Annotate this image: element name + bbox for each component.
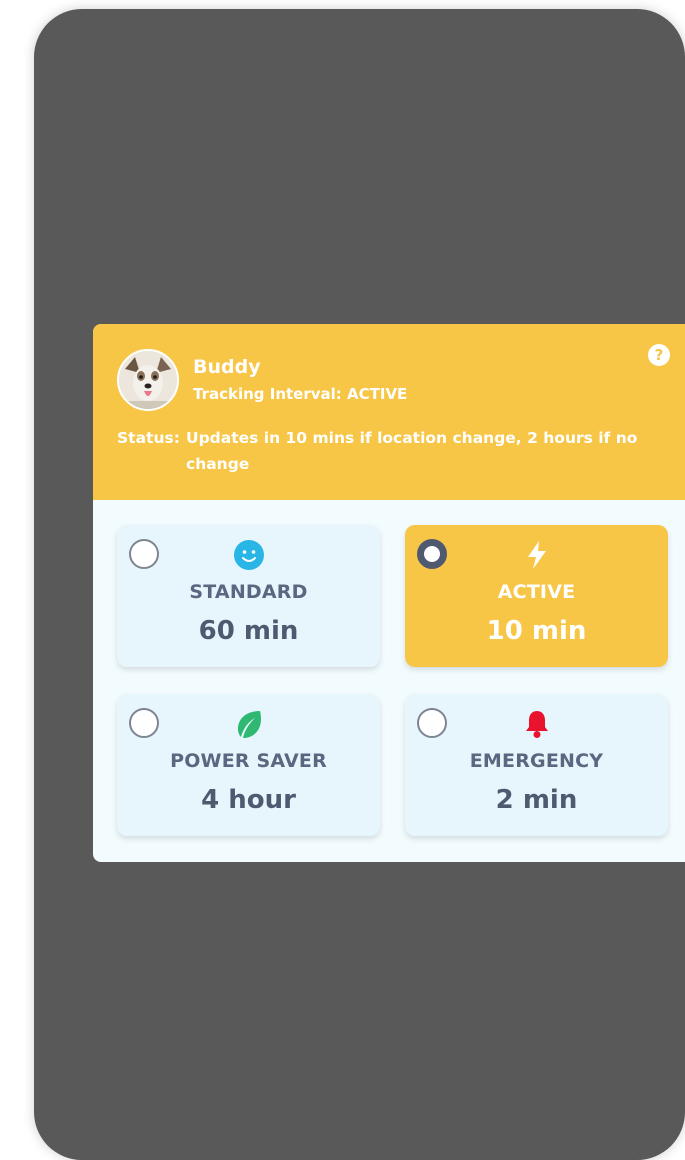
mode-card-emergency[interactable]: EMERGENCY 2 min [405,694,668,836]
radio-active[interactable] [417,539,447,569]
bell-icon [526,711,548,738]
mode-label: EMERGENCY [469,750,604,772]
pet-name: Buddy [193,356,261,378]
mode-interval: 10 min [486,616,587,646]
mode-card-power-saver[interactable]: POWER SAVER 4 hour [117,694,380,836]
dog-photo-icon [119,351,177,409]
mode-card-active[interactable]: ACTIVE 10 min [405,525,668,667]
mode-interval: 60 min [198,616,299,646]
smiley-icon [234,540,264,570]
mode-card-standard[interactable]: STANDARD 60 min [117,525,380,667]
radio-power-saver[interactable] [129,708,159,738]
pet-avatar [117,349,179,411]
radio-standard[interactable] [129,539,159,569]
status-text: Updates in 10 mins if location change, 2… [186,429,638,473]
mode-label: ACTIVE [497,581,576,603]
status-description: Status: Updates in 10 mins if location c… [117,425,657,477]
mode-interval: 4 hour [201,785,296,815]
tracking-interval-text: Tracking Interval: ACTIVE [193,385,408,403]
status-label: Status: [117,429,180,447]
tracking-mode-modal: Buddy Tracking Interval: ACTIVE Status: … [93,324,685,862]
pet-header: Buddy Tracking Interval: ACTIVE Status: … [93,324,685,500]
mode-label: STANDARD [189,581,308,603]
phone-screen-backdrop: Buddy Tracking Interval: ACTIVE Status: … [34,9,685,1160]
mode-label: POWER SAVER [170,750,327,772]
radio-emergency[interactable] [417,708,447,738]
mode-interval: 2 min [495,785,578,815]
leaf-icon [238,711,261,738]
help-icon[interactable]: ? [648,344,670,366]
lightning-bolt-icon [528,541,546,569]
